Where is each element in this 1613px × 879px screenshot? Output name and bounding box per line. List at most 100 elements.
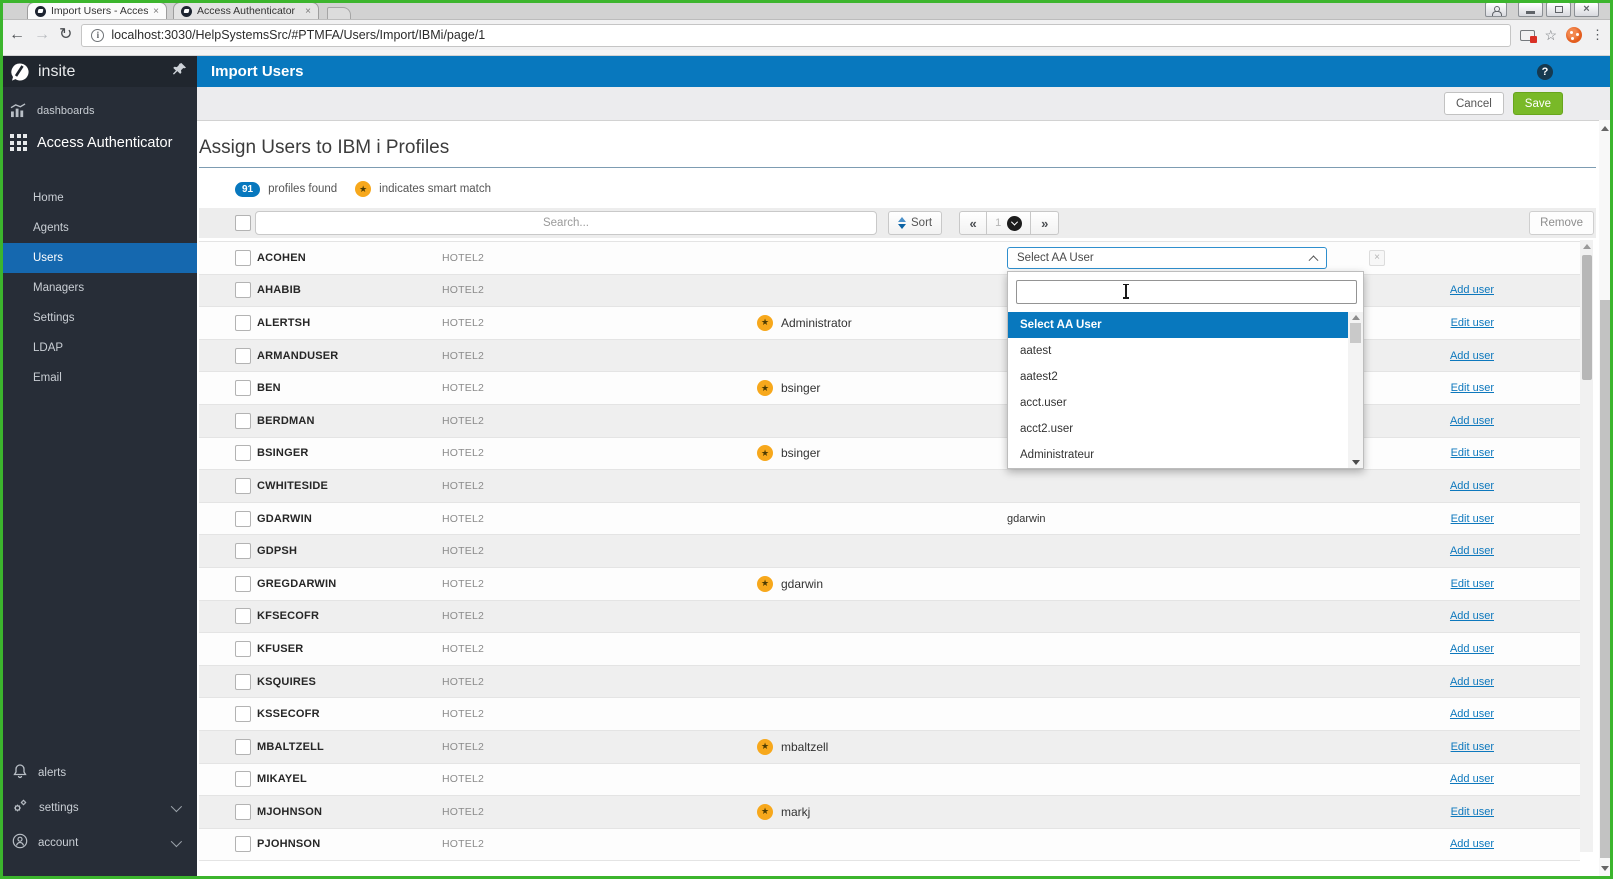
cancel-button[interactable]: Cancel — [1443, 92, 1504, 115]
back-button[interactable]: ← — [9, 27, 25, 43]
edit-user-link[interactable]: Edit user — [1451, 513, 1494, 525]
scroll-up-icon[interactable] — [1351, 314, 1360, 320]
dropdown-option[interactable]: Select AA User — [1008, 311, 1348, 338]
add-user-link[interactable]: Add user — [1450, 284, 1494, 296]
scroll-down-icon[interactable] — [1351, 459, 1360, 465]
row-action-cell: Edit user — [1397, 578, 1580, 590]
sidebar-item-access-authenticator[interactable]: Access Authenticator — [0, 126, 197, 159]
page-info-icon[interactable]: i — [91, 28, 105, 42]
page-select-button[interactable]: 1 — [987, 211, 1032, 235]
browser-tab-active[interactable]: Import Users - Access Au × — [27, 2, 167, 19]
row-checkbox[interactable] — [235, 608, 251, 625]
row-checkbox[interactable] — [235, 673, 251, 690]
scroll-up-icon[interactable] — [1601, 126, 1609, 131]
add-user-link[interactable]: Add user — [1450, 545, 1494, 557]
add-user-link[interactable]: Add user — [1450, 350, 1494, 362]
sidebar-item-settings[interactable]: settings — [0, 790, 197, 825]
maximize-button[interactable] — [1546, 2, 1571, 17]
scrollbar-thumb[interactable] — [1350, 322, 1361, 343]
aa-user-select[interactable]: Select AA User — [1007, 246, 1327, 269]
row-checkbox[interactable] — [235, 771, 251, 788]
add-user-link[interactable]: Add user — [1450, 415, 1494, 427]
row-checkbox[interactable] — [235, 543, 251, 560]
select-all-checkbox[interactable] — [235, 215, 251, 231]
row-checkbox[interactable] — [235, 282, 251, 299]
edit-user-link[interactable]: Edit user — [1451, 382, 1494, 394]
first-page-button[interactable]: « — [959, 211, 988, 235]
page-scrollbar[interactable] — [1599, 120, 1611, 877]
sidebar-item-home[interactable]: Home — [0, 183, 197, 213]
sidebar-item-account[interactable]: account — [0, 825, 197, 860]
sidebar-item-users[interactable]: Users — [0, 243, 197, 273]
row-checkbox[interactable] — [235, 706, 251, 723]
extension-icon[interactable] — [1566, 27, 1582, 43]
next-page-button[interactable]: » — [1031, 211, 1060, 235]
add-user-link[interactable]: Add user — [1450, 838, 1494, 850]
dropdown-option[interactable]: aatest — [1008, 338, 1348, 364]
row-checkbox[interactable] — [235, 347, 251, 364]
row-checkbox[interactable] — [235, 249, 251, 266]
tab-close-icon[interactable]: × — [305, 6, 311, 17]
row-checkbox[interactable] — [235, 412, 251, 429]
edit-user-link[interactable]: Edit user — [1451, 317, 1494, 329]
row-checkbox[interactable] — [235, 803, 251, 820]
row-checkbox[interactable] — [235, 836, 251, 853]
edit-user-link[interactable]: Edit user — [1451, 578, 1494, 590]
smart-match-name: markj — [781, 804, 811, 819]
row-checkbox[interactable] — [235, 380, 251, 397]
pin-icon[interactable] — [172, 62, 187, 82]
add-user-link[interactable]: Add user — [1450, 480, 1494, 492]
reload-button[interactable]: ↻ — [59, 27, 72, 43]
edit-user-link[interactable]: Edit user — [1451, 447, 1494, 459]
browser-tab-inactive[interactable]: Access Authenticator × — [173, 2, 319, 19]
extension-card-icon[interactable] — [1520, 29, 1538, 43]
remove-button[interactable]: Remove — [1529, 211, 1594, 235]
sidebar-item-agents[interactable]: Agents — [0, 213, 197, 243]
dropdown-option[interactable]: acct.user — [1008, 390, 1348, 416]
tab-close-icon[interactable]: × — [153, 6, 159, 17]
dropdown-search-input[interactable] — [1016, 279, 1357, 304]
url-bar[interactable]: i localhost:3030/HelpSystemsSrc/#PTMFA/U… — [81, 23, 1512, 47]
row-checkbox[interactable] — [235, 314, 251, 331]
sort-button[interactable]: Sort — [888, 211, 943, 235]
browser-menu-icon[interactable]: ⋮ — [1591, 27, 1604, 43]
row-checkbox[interactable] — [235, 575, 251, 592]
row-checkbox[interactable] — [235, 510, 251, 527]
help-icon[interactable]: ? — [1537, 63, 1553, 80]
sidebar-item-settings[interactable]: Settings — [0, 303, 197, 333]
edit-user-link[interactable]: Edit user — [1451, 741, 1494, 753]
save-button[interactable]: Save — [1512, 92, 1563, 115]
sidebar-item-managers[interactable]: Managers — [0, 273, 197, 303]
sidebar-item-dashboards[interactable]: dashboards — [0, 95, 197, 126]
row-checkbox[interactable] — [235, 477, 251, 494]
row-checkbox[interactable] — [235, 640, 251, 657]
table-scrollbar[interactable] — [1580, 240, 1593, 852]
clear-selection-button[interactable]: × — [1369, 249, 1385, 266]
new-tab-button[interactable] — [327, 7, 351, 19]
browser-profile-button[interactable] — [1485, 2, 1507, 17]
scrollbar-thumb[interactable] — [1581, 255, 1592, 380]
dropdown-option[interactable]: Administrateur — [1008, 442, 1348, 468]
dropdown-option[interactable]: aatest2 — [1008, 364, 1348, 390]
dropdown-option[interactable]: acct2.user — [1008, 416, 1348, 442]
scrollbar-thumb[interactable] — [1600, 300, 1610, 858]
close-button[interactable]: × — [1574, 2, 1599, 17]
dropdown-scrollbar[interactable] — [1348, 311, 1363, 468]
search-input[interactable] — [255, 211, 877, 235]
edit-user-link[interactable]: Edit user — [1451, 806, 1494, 818]
add-user-link[interactable]: Add user — [1450, 643, 1494, 655]
sidebar-item-ldap[interactable]: LDAP — [0, 333, 197, 363]
sidebar-item-alerts[interactable]: alerts — [0, 755, 197, 790]
forward-button[interactable]: → — [34, 27, 50, 43]
add-user-link[interactable]: Add user — [1450, 610, 1494, 622]
row-checkbox[interactable] — [235, 738, 251, 755]
add-user-link[interactable]: Add user — [1450, 708, 1494, 720]
sidebar-item-email[interactable]: Email — [0, 363, 197, 393]
add-user-link[interactable]: Add user — [1450, 773, 1494, 785]
row-checkbox[interactable] — [235, 445, 251, 462]
scroll-down-icon[interactable] — [1601, 866, 1609, 871]
add-user-link[interactable]: Add user — [1450, 676, 1494, 688]
scroll-up-icon[interactable] — [1582, 244, 1591, 249]
bookmark-star-icon[interactable]: ☆ — [1544, 28, 1557, 42]
minimize-button[interactable] — [1518, 2, 1543, 17]
